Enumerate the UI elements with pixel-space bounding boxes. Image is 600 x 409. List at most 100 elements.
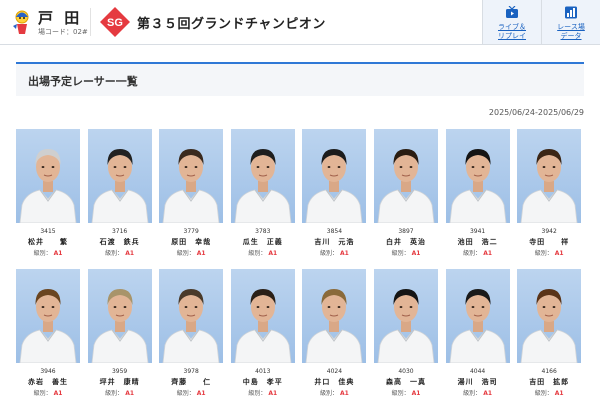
- grade-label: 級別：: [248, 390, 267, 397]
- grade-label: 級別：: [391, 250, 410, 257]
- racer-grade: 級別： A1: [16, 248, 80, 257]
- sg-grade-badge-icon: SG: [100, 7, 130, 37]
- racer-photo[interactable]: [16, 129, 80, 223]
- racer-grade: 級別： A1: [446, 388, 510, 397]
- grade-label: 級別：: [248, 250, 267, 257]
- racer-number: 3854: [326, 228, 343, 235]
- grade-value: A1: [53, 390, 63, 397]
- racer-number: 3783: [255, 228, 271, 235]
- racer-card[interactable]: 3942 寺田 祥級別： A1: [517, 129, 582, 259]
- racer-name[interactable]: 原田 幸哉: [159, 237, 223, 247]
- grade-label: 級別：: [534, 250, 553, 257]
- racer-name[interactable]: 池田 浩二: [446, 237, 510, 247]
- racer-photo[interactable]: [302, 269, 367, 363]
- racer-card[interactable]: 3959 坪井 康晴 級別： A1: [87, 269, 152, 399]
- racer-name[interactable]: 寺田 祥: [517, 237, 581, 247]
- racer-number: 4024: [326, 368, 343, 375]
- grade-label: 級別：: [33, 250, 52, 257]
- racer-photo[interactable]: [159, 269, 224, 363]
- racer-grade: 級別： A1: [374, 388, 438, 397]
- racer-photo[interactable]: [517, 129, 582, 223]
- grade-value: A1: [411, 250, 421, 257]
- racer-name[interactable]: 白井 英治: [374, 237, 438, 247]
- racer-number: 4030: [398, 368, 414, 375]
- racer-photo[interactable]: [87, 129, 152, 223]
- racer-card[interactable]: 3415 松井 繁級別： A1: [16, 129, 80, 259]
- racer-grade: 級別： A1: [88, 248, 152, 257]
- racer-number: 3942: [541, 228, 557, 235]
- racer-card[interactable]: 3854 吉川 元浩 級別： A1: [302, 129, 367, 259]
- racer-card[interactable]: 3779 原田 幸哉級別： A1: [159, 129, 224, 259]
- racer-grade: 級別： A1: [88, 388, 152, 397]
- racer-photo[interactable]: [230, 269, 295, 363]
- racer-photo[interactable]: [445, 269, 510, 363]
- section-title-bar: 出場予定レーサー一覧: [16, 62, 584, 96]
- racer-photo[interactable]: [374, 129, 438, 223]
- racer-number: 4166: [541, 368, 557, 375]
- header-divider: [90, 8, 91, 36]
- racer-name[interactable]: 瓜生 正義: [231, 237, 295, 247]
- grade-value: A1: [339, 250, 349, 257]
- racer-photo[interactable]: [87, 269, 152, 363]
- live-replay-button[interactable]: ライブ＆ リプレイ: [482, 0, 541, 44]
- racer-photo[interactable]: [16, 269, 80, 363]
- racer-name[interactable]: 井口 佳典: [302, 377, 366, 387]
- venue-data-button[interactable]: レース場 データ: [541, 0, 600, 44]
- racer-name[interactable]: 松井 繁: [16, 237, 80, 247]
- racer-number: 4044: [469, 368, 486, 375]
- venue-code: 場コード：02#: [38, 28, 88, 36]
- racer-card[interactable]: 3946 赤岩 善生 級別： A1: [16, 269, 80, 399]
- grade-label: 級別：: [534, 390, 553, 397]
- racer-name[interactable]: 湯川 浩司: [446, 377, 510, 387]
- racer-card[interactable]: 4044 湯川 浩司 級別： A1: [445, 269, 510, 399]
- racer-card[interactable]: 3716 石渡 鉄兵 級別： A1: [87, 129, 152, 259]
- racer-name[interactable]: 吉川 元浩: [302, 237, 366, 247]
- grade-value: A1: [196, 250, 206, 257]
- racer-name[interactable]: 中島 孝平: [231, 377, 295, 387]
- racer-photo[interactable]: [374, 269, 438, 363]
- racer-name[interactable]: 齊藤 仁: [159, 377, 223, 387]
- racer-grade: 級別： A1: [231, 388, 295, 397]
- grade-label: 級別：: [463, 250, 482, 257]
- venue-data-label: レース場 データ: [557, 23, 585, 40]
- racer-grade: 級別： A1: [16, 388, 80, 397]
- mascot-logo-icon[interactable]: [10, 8, 34, 36]
- tv-icon: [506, 6, 518, 18]
- racer-photo[interactable]: [445, 129, 510, 223]
- racer-card[interactable]: 3897 白井 英治 級別： A1: [374, 129, 438, 259]
- grade-value: A1: [483, 250, 493, 257]
- grade-value: A1: [268, 250, 278, 257]
- grade-value: A1: [411, 390, 421, 397]
- racer-card[interactable]: 4030 森高 一真 級別： A1: [374, 269, 438, 399]
- grade-label: 級別：: [176, 250, 195, 257]
- chart-icon: [565, 6, 577, 19]
- grade-label: 級別：: [105, 250, 124, 257]
- racer-name[interactable]: 吉田 拡郎: [517, 377, 581, 387]
- racer-name[interactable]: 坪井 康晴: [88, 377, 152, 387]
- racer-number: 3959: [111, 368, 128, 375]
- event-title: 第３５回グランドチャンピオン: [137, 17, 326, 32]
- racer-photo[interactable]: [302, 129, 367, 223]
- racer-number: 3716: [111, 228, 128, 235]
- racer-photo[interactable]: [230, 129, 295, 223]
- racer-card[interactable]: 4024 井口 佳典 級別： A1: [302, 269, 367, 399]
- racer-card[interactable]: 4166 吉田 拡郎 級別： A1: [517, 269, 582, 399]
- date-range: 2025/06/24-2025/06/29: [488, 108, 584, 117]
- site-header: 戸 田 場コード：02# SG 第３５回グランドチャンピオン ライブ＆ リプレイ …: [0, 0, 600, 45]
- grade-badge-text: SG: [107, 17, 123, 29]
- racer-name[interactable]: 石渡 鉄兵: [88, 237, 152, 247]
- grade-value: A1: [268, 390, 278, 397]
- racer-number: 3415: [40, 228, 56, 235]
- racer-photo[interactable]: [159, 129, 224, 223]
- racer-name[interactable]: 赤岩 善生: [16, 377, 80, 387]
- grade-value: A1: [339, 390, 349, 397]
- grade-value: A1: [483, 390, 493, 397]
- racer-name[interactable]: 森高 一真: [374, 377, 438, 387]
- racer-photo[interactable]: [517, 269, 582, 363]
- racer-card[interactable]: 3941 池田 浩二 級別： A1: [445, 129, 510, 259]
- racer-number: 3978: [183, 368, 199, 375]
- racer-card[interactable]: 3978 齊藤 仁級別： A1: [159, 269, 224, 399]
- racer-number: 3779: [183, 228, 199, 235]
- racer-card[interactable]: 4013 中島 孝平 級別： A1: [230, 269, 295, 399]
- racer-card[interactable]: 3783 瓜生 正義級別： A1: [230, 129, 295, 259]
